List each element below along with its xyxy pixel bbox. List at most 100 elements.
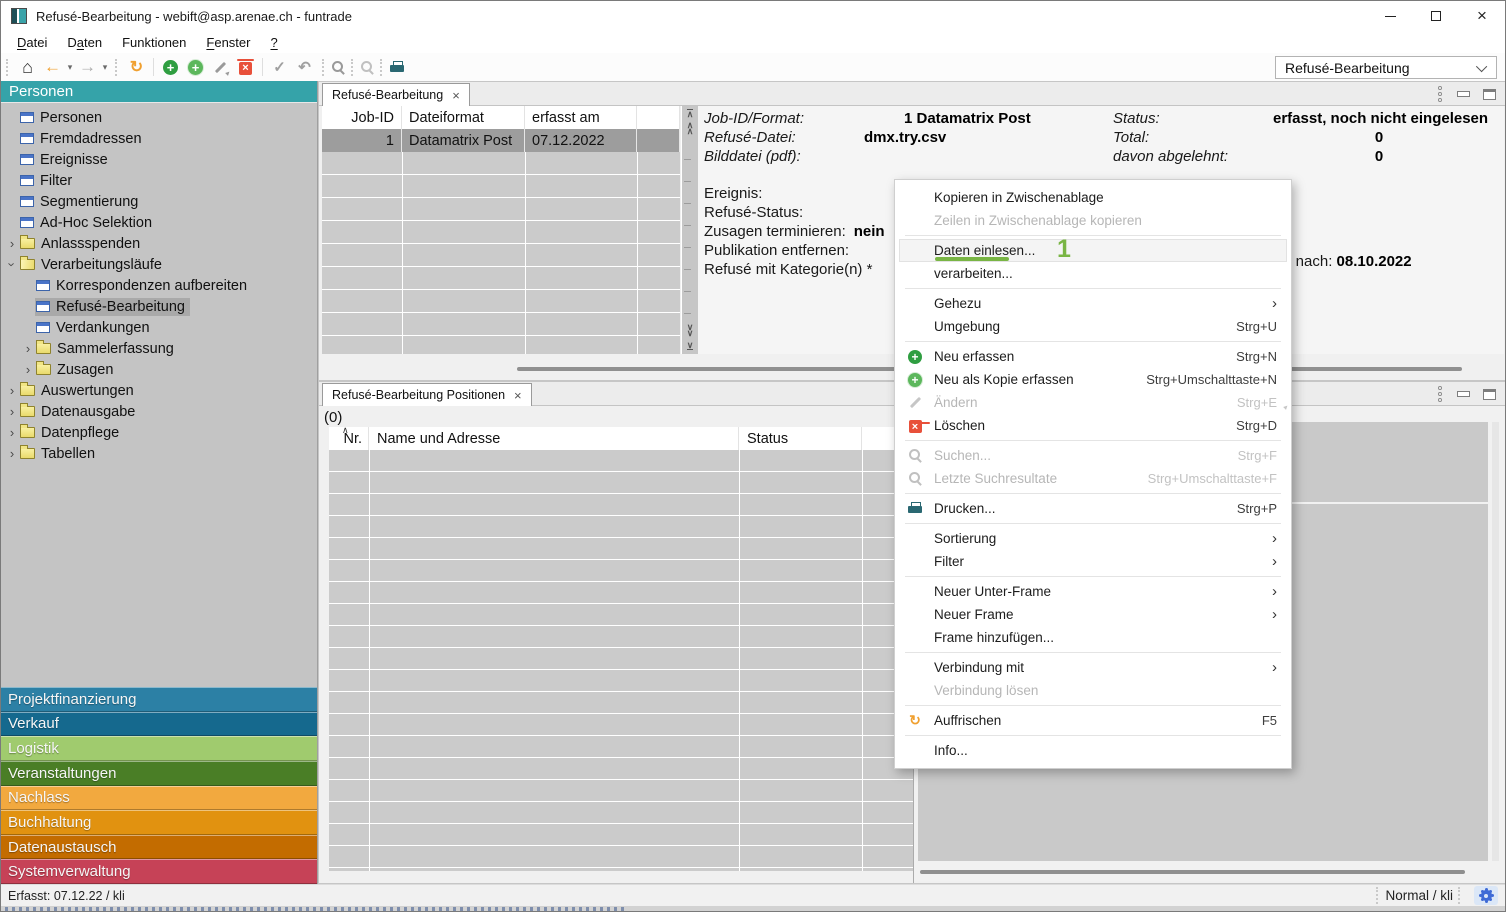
context-menu-item-löschen[interactable]: LöschenStrg+D bbox=[895, 414, 1291, 437]
minimize-button[interactable] bbox=[1367, 1, 1413, 31]
sidebar-header[interactable]: Personen bbox=[1, 81, 317, 103]
print-button[interactable] bbox=[389, 60, 405, 75]
sidebar-item-auswertungen[interactable]: Auswertungen bbox=[1, 380, 317, 401]
expander-collapsed-icon[interactable] bbox=[5, 236, 19, 251]
context-menu-item-kopieren-in-zwischenablage[interactable]: Kopieren in Zwischenablage bbox=[895, 186, 1291, 209]
context-menu-item-sortierung[interactable]: Sortierung› bbox=[895, 527, 1291, 550]
confirm-button[interactable] bbox=[267, 55, 292, 80]
tab-close-icon[interactable] bbox=[514, 388, 522, 403]
sidebar-item-anlassspenden[interactable]: Anlassspenden bbox=[1, 233, 317, 254]
context-menu-item-letzte-suchresultate[interactable]: Letzte SuchresultateStrg+Umschalttaste+F bbox=[895, 467, 1291, 490]
column-header-erfasst-am[interactable]: erfasst am bbox=[525, 106, 637, 129]
tab-refuse-bearbeitung[interactable]: Refusé-Bearbeitung bbox=[322, 83, 470, 106]
module-nachlass[interactable]: Nachlass bbox=[1, 786, 317, 811]
module-veranstaltungen[interactable]: Veranstaltungen bbox=[1, 761, 317, 786]
scroll-last-icon[interactable] bbox=[682, 342, 698, 350]
context-menu-item-neu-erfassen[interactable]: Neu erfassenStrg+N bbox=[895, 345, 1291, 368]
menu-item-fenster[interactable]: Fenster bbox=[196, 33, 260, 52]
sidebar-item-ereignisse[interactable]: Ereignisse bbox=[1, 149, 317, 170]
sidebar-item-personen[interactable]: Personen bbox=[1, 107, 317, 128]
expander-collapsed-icon[interactable] bbox=[21, 341, 35, 356]
sidebar-item-verarbeitungsläufe[interactable]: Verarbeitungsläufe bbox=[1, 254, 317, 275]
jobs-table-selected-row[interactable]: 1Datamatrix Post07.12.2022 bbox=[322, 129, 680, 152]
scroll-page-up-icon[interactable] bbox=[682, 122, 698, 134]
column-header-name-und-adresse[interactable]: Name und Adresse bbox=[369, 427, 739, 450]
sidebar-item-korrespondenzen-aufbereiten[interactable]: Korrespondenzen aufbereiten bbox=[1, 275, 317, 296]
frame-selector-combobox[interactable]: Refusé-Bearbeitung bbox=[1275, 56, 1497, 79]
menu-item-help[interactable]: ? bbox=[260, 33, 287, 52]
panel-maximize-icon[interactable] bbox=[1483, 89, 1496, 100]
scroll-first-icon[interactable] bbox=[682, 109, 698, 117]
module-projektfinanzierung[interactable]: Projektfinanzierung bbox=[1, 687, 317, 712]
module-logistik[interactable]: Logistik bbox=[1, 736, 317, 761]
context-menu-item-neuer-frame[interactable]: Neuer Frame› bbox=[895, 603, 1291, 626]
context-menu-item-info[interactable]: Info... bbox=[895, 739, 1291, 762]
tab-refuse-bearbeitung-positionen[interactable]: Refusé-Bearbeitung Positionen bbox=[322, 383, 532, 406]
sidebar-item-ad-hoc-selektion[interactable]: Ad-Hoc Selektion bbox=[1, 212, 317, 233]
toolbar-drag-handle[interactable] bbox=[6, 59, 10, 76]
new-button[interactable] bbox=[158, 55, 183, 80]
scroll-page-down-icon[interactable] bbox=[682, 324, 698, 336]
context-menu-item-filter[interactable]: Filter› bbox=[895, 550, 1291, 573]
module-systemverwaltung[interactable]: Systemverwaltung bbox=[1, 859, 317, 884]
column-header-dateiformat[interactable]: Dateiformat bbox=[402, 106, 525, 129]
menu-item-datei[interactable]: Datei bbox=[7, 33, 57, 52]
vertical-scrollbar-track[interactable] bbox=[1492, 422, 1499, 861]
toolbar-drag-handle[interactable] bbox=[115, 59, 119, 76]
undo-button[interactable] bbox=[292, 55, 317, 80]
panel-minimize-icon[interactable] bbox=[1457, 91, 1470, 97]
context-menu-item-zeilen-in-zwischenablage-kopieren[interactable]: Zeilen in Zwischenablage kopieren bbox=[895, 209, 1291, 232]
delete-button[interactable] bbox=[233, 55, 258, 80]
context-menu-item-neu-als-kopie-erfassen[interactable]: Neu als Kopie erfassenStrg+Umschalttaste… bbox=[895, 368, 1291, 391]
horizontal-scrollbar-thumb[interactable] bbox=[920, 870, 1465, 874]
context-menu-item-neuer-unter-frame[interactable]: Neuer Unter-Frame› bbox=[895, 580, 1291, 603]
new-as-copy-button[interactable] bbox=[183, 55, 208, 80]
settings-button[interactable] bbox=[1474, 886, 1498, 905]
sidebar-item-zusagen[interactable]: Zusagen bbox=[1, 359, 317, 380]
refresh-button[interactable] bbox=[124, 55, 149, 80]
sidebar-item-datenpflege[interactable]: Datenpflege bbox=[1, 422, 317, 443]
home-button[interactable] bbox=[15, 55, 40, 80]
column-header-status[interactable]: Status bbox=[739, 427, 862, 450]
edit-button[interactable] bbox=[208, 55, 233, 80]
context-menu-item-ändern[interactable]: ÄndernStrg+E bbox=[895, 391, 1291, 414]
expander-collapsed-icon[interactable] bbox=[21, 362, 35, 377]
sidebar-item-tabellen[interactable]: Tabellen bbox=[1, 443, 317, 464]
menu-item-funktionen[interactable]: Funktionen bbox=[112, 33, 196, 52]
module-datenaustausch[interactable]: Datenaustausch bbox=[1, 835, 317, 860]
back-dropdown-icon[interactable] bbox=[65, 55, 75, 80]
panel-maximize-icon[interactable] bbox=[1483, 389, 1496, 400]
toolbar-drag-handle[interactable] bbox=[351, 59, 355, 76]
module-buchhaltung[interactable]: Buchhaltung bbox=[1, 810, 317, 835]
back-button[interactable] bbox=[40, 55, 65, 80]
context-menu-item-verarbeiten[interactable]: verarbeiten... bbox=[895, 262, 1291, 285]
context-menu-item-gehezu[interactable]: Gehezu› bbox=[895, 292, 1291, 315]
sidebar-item-sammelerfassung[interactable]: Sammelerfassung bbox=[1, 338, 317, 359]
panel-menu-dots-icon[interactable] bbox=[1438, 86, 1444, 102]
search-button[interactable] bbox=[331, 60, 346, 75]
context-menu-item-auffrischen[interactable]: AuffrischenF5 bbox=[895, 709, 1291, 732]
forward-button[interactable] bbox=[75, 55, 100, 80]
context-menu-item-verbindung-mit[interactable]: Verbindung mit› bbox=[895, 656, 1291, 679]
module-verkauf[interactable]: Verkauf bbox=[1, 712, 317, 737]
menu-item-daten[interactable]: Daten bbox=[57, 33, 112, 52]
context-menu-item-suchen[interactable]: Suchen...Strg+F bbox=[895, 444, 1291, 467]
expander-expanded-icon[interactable] bbox=[5, 257, 19, 272]
sidebar-item-datenausgabe[interactable]: Datenausgabe bbox=[1, 401, 317, 422]
sidebar-item-verdankungen[interactable]: Verdankungen bbox=[1, 317, 317, 338]
column-header-nr[interactable]: Nr. bbox=[329, 427, 369, 450]
context-menu-item-umgebung[interactable]: UmgebungStrg+U bbox=[895, 315, 1291, 338]
expander-collapsed-icon[interactable] bbox=[5, 446, 19, 461]
tab-close-icon[interactable] bbox=[452, 88, 460, 103]
forward-dropdown-icon[interactable] bbox=[100, 55, 110, 80]
context-menu-item-drucken[interactable]: Drucken...Strg+P bbox=[895, 497, 1291, 520]
sidebar-item-refusé-bearbeitung[interactable]: Refusé-Bearbeitung bbox=[1, 296, 317, 317]
column-header-job-id[interactable]: Job-ID bbox=[322, 106, 402, 129]
context-menu-item-frame-hinzufügen[interactable]: Frame hinzufügen... bbox=[895, 626, 1291, 649]
toolbar-drag-handle[interactable] bbox=[322, 59, 326, 76]
panel-minimize-icon[interactable] bbox=[1457, 391, 1470, 397]
panel-menu-dots-icon[interactable] bbox=[1438, 386, 1444, 402]
expander-collapsed-icon[interactable] bbox=[5, 383, 19, 398]
toolbar-drag-handle[interactable] bbox=[380, 59, 384, 76]
sidebar-item-segmentierung[interactable]: Segmentierung bbox=[1, 191, 317, 212]
